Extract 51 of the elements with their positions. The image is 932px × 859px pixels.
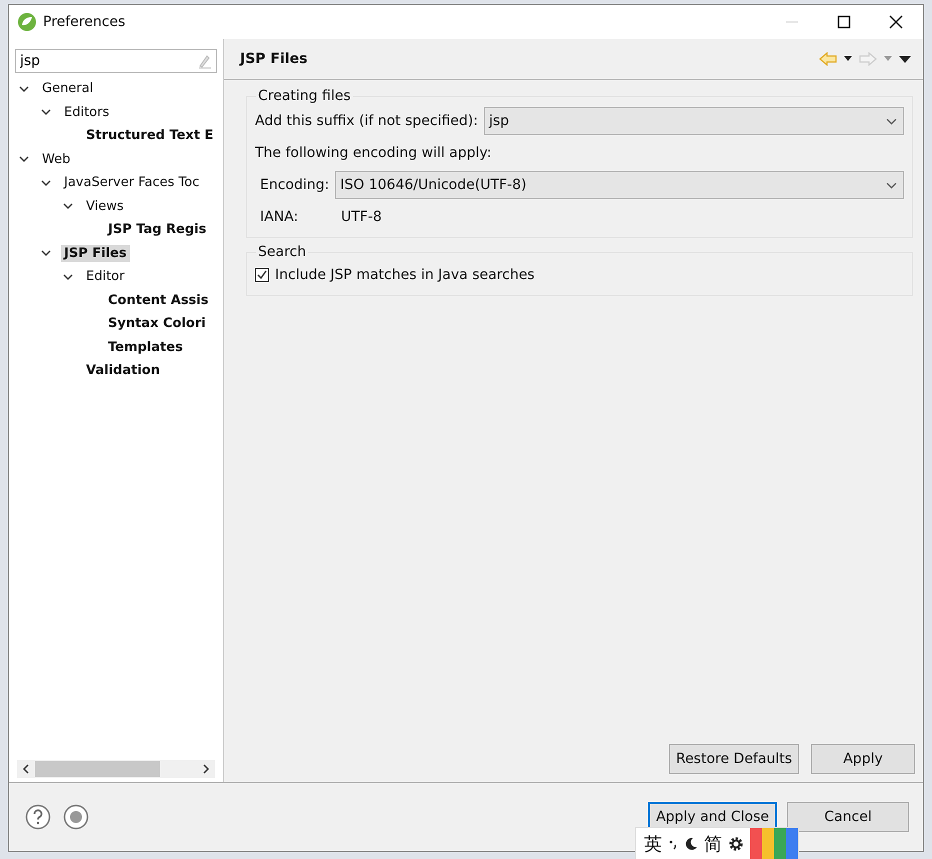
tree-item[interactable]: Structured Text E <box>83 127 216 144</box>
button[interactable]: Cancel <box>787 802 909 832</box>
page-title: JSP Files <box>240 51 308 67</box>
help-icon[interactable] <box>25 804 51 830</box>
tree-item[interactable]: Validation <box>83 362 163 380</box>
button[interactable]: Apply <box>811 744 915 774</box>
scroll-right-icon[interactable] <box>201 764 211 774</box>
close-icon[interactable] <box>889 15 903 29</box>
field-label: Add this suffix (if not specified): <box>255 113 478 129</box>
horizontal-scrollbar[interactable] <box>17 760 215 778</box>
record-icon[interactable] <box>63 804 89 830</box>
tree-item[interactable]: Editors <box>61 104 112 121</box>
chevron-icon[interactable] <box>41 248 51 258</box>
tree-item[interactable]: JSP Tag Regis <box>105 221 210 238</box>
filter-field[interactable]: jsp <box>15 49 217 73</box>
leaf-logo-icon <box>17 12 37 32</box>
dropdown[interactable]: jsp <box>484 107 904 135</box>
chevron-icon[interactable] <box>41 178 51 188</box>
chevron-icon[interactable] <box>19 84 29 94</box>
tree-item[interactable]: Views <box>83 198 127 215</box>
field-value: UTF-8 <box>341 209 382 225</box>
field-label: Encoding: <box>260 177 330 193</box>
tree-item[interactable]: JavaServer Faces Toc <box>61 174 202 192</box>
field-label: IANA: <box>260 209 300 225</box>
button[interactable]: Restore Defaults <box>668 744 799 774</box>
checkbox[interactable] <box>255 268 269 282</box>
info-text: The following encoding will apply: <box>255 145 492 161</box>
tree-item[interactable]: Syntax Colori <box>105 315 209 332</box>
dropdown-icon[interactable] <box>844 56 852 62</box>
window-title: Preferences <box>43 14 126 30</box>
scroll-left-icon[interactable] <box>21 764 31 774</box>
maximize-icon[interactable] <box>837 15 851 29</box>
tree-item[interactable]: Editor <box>83 268 128 286</box>
view-menu-icon[interactable] <box>899 56 911 62</box>
tree-item[interactable]: Content Assis <box>105 292 212 309</box>
dropdown[interactable]: ISO 10646/Unicode(UTF-8) <box>335 171 904 199</box>
tree-item[interactable]: JSP Files <box>61 244 130 262</box>
color-stripes-icon <box>750 828 798 859</box>
script-mode-label[interactable]: 简 <box>704 832 722 856</box>
tree-item[interactable]: Templates <box>105 338 186 356</box>
group-title: Creating files <box>256 88 353 104</box>
chevron-icon[interactable] <box>63 201 73 212</box>
chevron-icon[interactable] <box>63 272 73 282</box>
moon-icon[interactable] <box>684 837 698 851</box>
tree-item[interactable]: Web <box>39 150 74 168</box>
chevron-icon[interactable] <box>41 107 51 118</box>
checkbox-label[interactable]: Include JSP matches in Java searches <box>275 267 535 283</box>
tree-item[interactable]: General <box>39 80 96 98</box>
language-mode-label[interactable]: 英 <box>644 832 662 856</box>
gear-icon[interactable] <box>728 836 744 852</box>
chevron-icon[interactable] <box>19 154 29 164</box>
